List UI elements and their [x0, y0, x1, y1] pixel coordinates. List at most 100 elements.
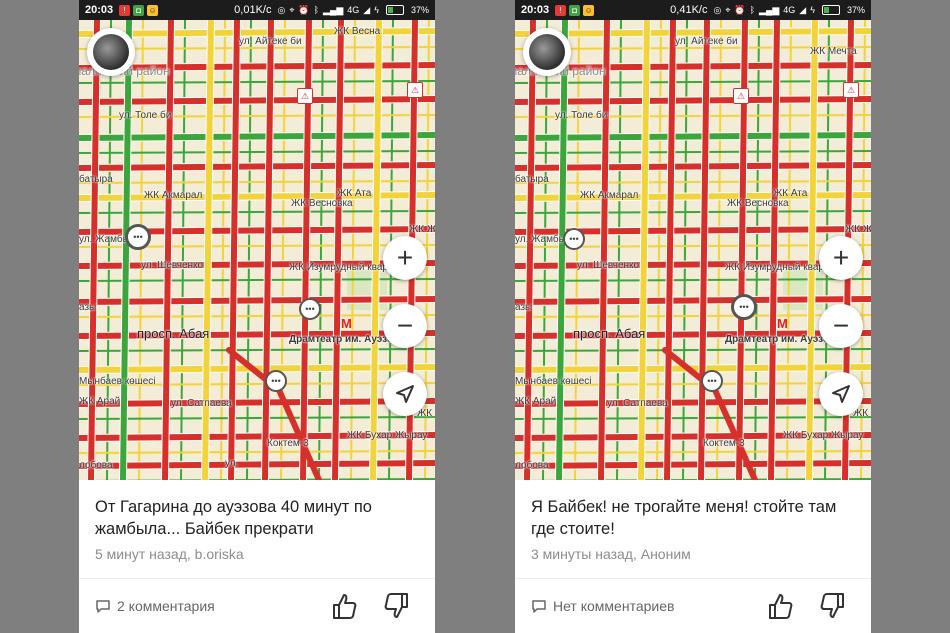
- battery-icon: [821, 5, 840, 15]
- divider: [515, 578, 871, 579]
- comment-icon: [532, 599, 546, 613]
- avatar-icon: [93, 34, 129, 70]
- comments-button[interactable]: 2 комментария: [95, 598, 215, 614]
- minor-street: [542, 20, 548, 480]
- bluetooth-icon: ᛒ: [313, 5, 320, 15]
- post-text: Я Байбек! не трогайте меня! стойте там г…: [531, 498, 837, 538]
- map-label: батыра: [79, 174, 113, 185]
- map-label: лобова: [79, 460, 113, 471]
- map-label: ул. Шевченко: [577, 260, 640, 271]
- notification-icon: !: [555, 4, 567, 16]
- profile-avatar[interactable]: [523, 28, 571, 76]
- battery-percent: 37%: [410, 5, 429, 15]
- traffic-road: [515, 460, 871, 469]
- thumbs-down-icon[interactable]: [384, 592, 410, 620]
- minor-street: [180, 20, 186, 480]
- status-bar: 20:03 ! ◘ ☺ 0,41K/c ◎ ⌖ ⏰ ᛒ ▂▄▆ 4G ◢ ϟ 3…: [515, 0, 871, 20]
- map-label: ЖК Арай: [79, 396, 121, 407]
- minor-street: [79, 150, 435, 154]
- navigation-arrow-icon: [832, 385, 850, 403]
- locate-me-button[interactable]: [819, 372, 863, 416]
- chat-pin-icon[interactable]: •••: [125, 224, 151, 250]
- minor-street: [318, 20, 324, 480]
- notification-icon: ◘: [569, 4, 581, 16]
- network-speed: 0,01K/c: [234, 4, 272, 16]
- chat-pin-icon[interactable]: •••: [701, 370, 723, 392]
- map-label: Коктем-3: [267, 438, 309, 449]
- road-works-icon[interactable]: ⚠: [297, 88, 313, 104]
- divider: [79, 578, 435, 579]
- comments-button[interactable]: Нет комментариев: [531, 598, 674, 614]
- traffic-road: [162, 20, 174, 480]
- status-icons: ◎ ⌖ ⏰ ᛒ ▂▄▆ 4G ◢ ϟ 37%: [713, 5, 865, 16]
- alarm-icon: ⏰: [298, 4, 310, 15]
- minor-street: [220, 20, 226, 480]
- metro-icon: М: [341, 316, 352, 331]
- phone-screen-left: 20:03 ! ◘ ☺ 0,01K/c ◎ ⌖ ⏰ ᛒ ▂▄▆ 4G ◢ ϟ 3…: [79, 0, 435, 633]
- traffic-road: [120, 20, 132, 480]
- traffic-map[interactable]: малинский район ул. Айтеке би ЖК Весна у…: [79, 20, 435, 480]
- accident-icon[interactable]: ⚠: [843, 82, 859, 98]
- minor-street: [350, 20, 356, 480]
- map-label: ул. Толе би: [119, 110, 172, 121]
- thumbs-down-icon[interactable]: [820, 592, 846, 620]
- map-label: ЖК Арай: [515, 396, 557, 407]
- map-label: Мынбаев көшесі: [515, 376, 592, 387]
- battery-percent: 37%: [846, 5, 865, 15]
- locate-me-button[interactable]: [383, 372, 427, 416]
- signal-icon: ◢: [799, 4, 807, 15]
- map-label: батыра: [515, 174, 549, 185]
- minor-street: [786, 20, 792, 480]
- zoom-in-button[interactable]: +: [383, 236, 427, 280]
- traffic-road: [79, 132, 435, 141]
- wifi-hotspot-icon: ◎: [713, 4, 722, 15]
- map-label: ул. Толе би: [555, 110, 608, 121]
- accident-icon[interactable]: ⚠: [407, 82, 423, 98]
- minor-street: [246, 20, 252, 480]
- minor-street: [515, 450, 871, 454]
- notification-icons: ! ◘ ☺: [119, 4, 159, 16]
- thumbs-up-icon[interactable]: [767, 592, 793, 620]
- emoji-icon: ☺: [147, 4, 159, 16]
- map-label: ЖК Весна: [334, 26, 381, 37]
- post-meta: 3 минуты назад, Аноним: [531, 546, 691, 562]
- chat-pin-icon[interactable]: •••: [265, 370, 287, 392]
- minor-street: [79, 450, 435, 454]
- zoom-out-button[interactable]: −: [819, 304, 863, 348]
- notification-icon: ◘: [133, 4, 145, 16]
- map-label: ЖК Жас: [409, 224, 435, 235]
- road-works-icon[interactable]: ⚠: [733, 88, 749, 104]
- chat-pin-icon[interactable]: •••: [731, 294, 757, 320]
- traffic-road: [79, 162, 435, 171]
- wifi-hotspot-icon: ◎: [277, 4, 286, 15]
- thumbs-up-icon[interactable]: [331, 592, 357, 620]
- comments-count: 2 комментария: [117, 598, 215, 614]
- profile-avatar[interactable]: [87, 28, 135, 76]
- traffic-road: [598, 20, 610, 480]
- network-type: 4G: [347, 5, 360, 15]
- zoom-in-button[interactable]: +: [819, 236, 863, 280]
- map-label: азы: [515, 302, 533, 313]
- map-label: ЖК Весновка: [291, 198, 353, 209]
- chat-pin-icon[interactable]: •••: [563, 228, 585, 250]
- post-card[interactable]: Я Байбек! не трогайте меня! стойте там г…: [515, 480, 871, 633]
- traffic-road: [79, 192, 435, 201]
- minor-street: [106, 20, 112, 480]
- alarm-icon: ⏰: [734, 4, 746, 15]
- location-icon: ⌖: [289, 4, 295, 15]
- phone-screen-right: 20:03 ! ◘ ☺ 0,41K/c ◎ ⌖ ⏰ ᛒ ▂▄▆ 4G ◢ ϟ 3…: [515, 0, 871, 633]
- notification-icon: !: [119, 4, 131, 16]
- charging-icon: ϟ: [374, 5, 379, 15]
- traffic-map[interactable]: малинский район ул. Айтеке би ЖК Мечта у…: [515, 20, 871, 480]
- post-card[interactable]: От Гагарина до ауэзова 40 минут по жамбы…: [79, 480, 435, 633]
- chat-pin-icon[interactable]: •••: [299, 298, 321, 320]
- minor-street: [79, 314, 435, 318]
- traffic-road: [768, 20, 780, 480]
- zoom-out-button[interactable]: −: [383, 304, 427, 348]
- map-label: просп. Абая: [573, 326, 646, 341]
- status-bar: 20:03 ! ◘ ☺ 0,01K/c ◎ ⌖ ⏰ ᛒ ▂▄▆ 4G ◢ ϟ 3…: [79, 0, 435, 20]
- traffic-road: [370, 20, 382, 480]
- traffic-road: [806, 20, 818, 480]
- minor-street: [754, 20, 760, 480]
- minor-street: [79, 348, 435, 352]
